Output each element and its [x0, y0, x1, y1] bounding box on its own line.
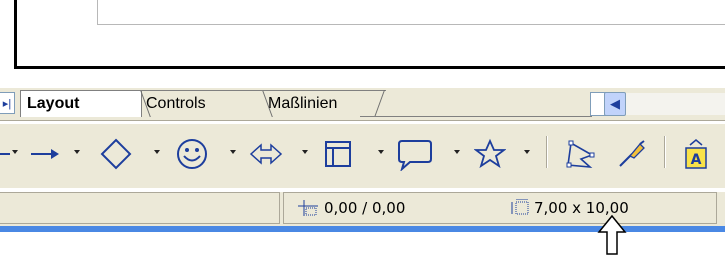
points-icon[interactable]: [560, 134, 600, 174]
toolbar-separator: [546, 136, 548, 168]
chevron-down-icon[interactable]: [230, 150, 236, 154]
position-value: 0,00 / 0,00: [324, 199, 406, 217]
page-margin-line: [97, 0, 98, 25]
tab-controls[interactable]: Controls: [140, 90, 262, 117]
size-icon: [511, 199, 529, 215]
smiley-icon[interactable]: [172, 134, 212, 174]
tab-layout[interactable]: Layout: [20, 90, 142, 117]
document-canvas[interactable]: [0, 0, 725, 72]
tab-bar-baseline: [360, 116, 592, 117]
fontwork-icon[interactable]: A: [676, 134, 716, 174]
tab-label: Layout: [27, 95, 80, 112]
diamond-icon[interactable]: [96, 134, 136, 174]
callout-icon[interactable]: [394, 134, 436, 174]
chevron-down-icon[interactable]: [302, 150, 308, 154]
page-margin-line: [97, 24, 725, 25]
chevron-down-icon[interactable]: [154, 150, 160, 154]
page[interactable]: [14, 0, 725, 69]
toolbar-separator: [664, 136, 666, 168]
tab-nav-last-icon[interactable]: ▸|: [0, 92, 15, 114]
arrow-icon[interactable]: [28, 134, 62, 174]
chevron-down-icon[interactable]: [524, 150, 530, 154]
chevron-down-icon[interactable]: [12, 150, 18, 154]
svg-text:A: A: [691, 152, 702, 168]
layer-tab-bar: ▸| Layout Controls Maßlinien ◀: [0, 88, 725, 121]
chevron-down-icon[interactable]: [74, 150, 80, 154]
drawing-toolbar: A: [0, 124, 725, 188]
glue-points-icon[interactable]: [612, 134, 652, 174]
scroll-left-icon[interactable]: ◀: [604, 92, 626, 116]
tab-label: Maßlinien: [268, 95, 338, 112]
chevron-down-icon[interactable]: [378, 150, 384, 154]
mouse-cursor-icon: [597, 214, 627, 255]
star-icon[interactable]: [470, 134, 510, 174]
position-icon: [298, 200, 318, 216]
status-field: [0, 192, 280, 224]
horizontal-scrollbar[interactable]: [626, 92, 725, 115]
tab-masslinien[interactable]: Maßlinien: [262, 90, 386, 117]
chevron-down-icon[interactable]: [454, 150, 460, 154]
double-arrow-icon[interactable]: [246, 134, 286, 174]
line-icon[interactable]: [0, 134, 12, 174]
tab-label: Controls: [146, 95, 206, 112]
flowchart-icon[interactable]: [318, 134, 358, 174]
status-position-size: 0,00 / 0,00 7,00 x 10,00: [283, 192, 717, 224]
